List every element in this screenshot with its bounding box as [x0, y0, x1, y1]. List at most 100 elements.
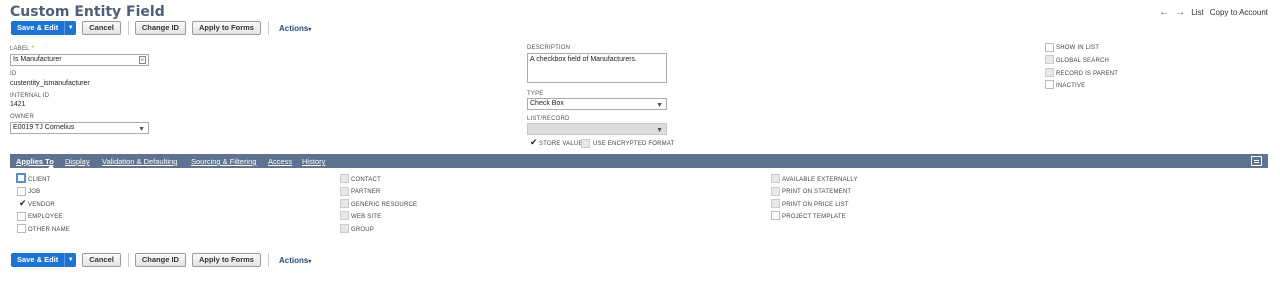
global-search-checkbox[interactable] [1045, 55, 1054, 64]
record-is-parent-checkbox[interactable] [1045, 68, 1054, 77]
label-input[interactable]: Is Manufacturer ≡ [10, 54, 149, 66]
id-value: custentity_ismanufacturer [10, 80, 90, 87]
other-name-checkbox[interactable] [17, 224, 26, 233]
client-label: CLIENT [28, 177, 51, 183]
actions-label[interactable]: Actions [279, 24, 308, 33]
checkmark-icon: ✔ [19, 198, 27, 208]
contact-label: CONTACT [351, 177, 381, 183]
active-tab-indicator [48, 165, 54, 168]
tab-history[interactable]: History [302, 157, 325, 166]
partner-label: PARTNER [351, 189, 381, 195]
group-checkbox[interactable] [340, 224, 349, 233]
internal-id-label: INTERNAL ID [10, 93, 50, 99]
toolbar-divider [127, 21, 129, 35]
change-id-button[interactable]: Change ID [134, 21, 186, 35]
save-menu-caret-icon[interactable]: ▼ [64, 253, 76, 267]
print-on-statement-checkbox[interactable] [771, 187, 780, 196]
store-value-label: STORE VALUE [539, 141, 583, 147]
toolbar-divider [267, 253, 269, 267]
required-mark: * [31, 45, 35, 52]
description-field-label: DESCRIPTION [527, 45, 571, 51]
employee-label: EMPLOYEE [28, 214, 63, 220]
record-is-parent-label: RECORD IS PARENT [1056, 71, 1119, 77]
print-on-price-list-label: PRINT ON PRICE LIST [782, 202, 849, 208]
type-select[interactable]: Check Box ▼ [527, 98, 667, 110]
partner-checkbox[interactable] [340, 187, 349, 196]
label-field-label: LABEL * [10, 45, 35, 52]
inactive-checkbox[interactable] [1045, 80, 1054, 89]
cancel-button-bottom[interactable]: Cancel [82, 253, 121, 267]
label-input-value: Is Manufacturer [13, 56, 62, 63]
store-value-checkbox[interactable]: ✔ [528, 137, 538, 148]
top-navigation: ← → List Copy to Account [1159, 7, 1268, 18]
job-checkbox[interactable] [17, 187, 26, 196]
list-link[interactable]: List [1191, 8, 1203, 17]
back-arrow-icon[interactable]: ← [1159, 7, 1169, 18]
project-template-label: PROJECT TEMPLATE [782, 214, 846, 220]
cancel-button[interactable]: Cancel [82, 21, 121, 35]
subtab-bar: Applies To Display Validation & Defaulti… [10, 154, 1268, 168]
generic-resource-checkbox[interactable] [340, 199, 349, 208]
save-edit-button[interactable]: Save & Edit ▼ [11, 21, 77, 35]
top-button-bar: Save & Edit ▼ Cancel Change ID Apply to … [11, 21, 311, 35]
page-title: Custom Entity Field [10, 4, 165, 20]
id-field-label: ID [10, 71, 17, 77]
toolbar-divider [127, 253, 129, 267]
web-site-checkbox[interactable] [340, 211, 349, 220]
apply-to-forms-button-bottom[interactable]: Apply to Forms [191, 253, 261, 267]
chevron-down-icon: ▼ [656, 102, 663, 109]
apply-to-forms-button[interactable]: Apply to Forms [191, 21, 261, 35]
print-on-price-list-checkbox[interactable] [771, 199, 780, 208]
actions-caret-icon: ▾ [308, 26, 312, 33]
use-encrypted-format-checkbox[interactable] [581, 139, 590, 148]
employee-checkbox[interactable] [17, 212, 26, 221]
type-field-label: TYPE [527, 91, 544, 97]
vendor-label: VENDOR [28, 202, 55, 208]
contact-checkbox[interactable] [340, 174, 349, 183]
tab-display[interactable]: Display [65, 157, 90, 166]
internal-id-value: 1421 [10, 101, 26, 108]
use-encrypted-format-label: USE ENCRYPTED FORMAT [593, 141, 675, 147]
vendor-checkbox[interactable]: ✔ [17, 198, 27, 209]
save-edit-label[interactable]: Save & Edit [11, 253, 64, 267]
group-label: GROUP [351, 227, 375, 233]
save-menu-caret-icon[interactable]: ▼ [64, 21, 76, 35]
actions-label[interactable]: Actions [279, 256, 308, 265]
type-select-value: Check Box [530, 100, 564, 107]
show-in-list-checkbox[interactable] [1045, 43, 1054, 52]
job-label: JOB [28, 189, 41, 195]
collapse-panel-icon[interactable] [1251, 156, 1262, 166]
tab-validation-defaulting[interactable]: Validation & Defaulting [102, 157, 177, 166]
owner-field-label: OWNER [10, 114, 34, 120]
tab-access[interactable]: Access [268, 157, 292, 166]
available-externally-label: AVAILABLE EXTERNALLY [782, 177, 858, 183]
project-template-checkbox[interactable] [771, 211, 780, 220]
chevron-down-icon: ▼ [138, 126, 145, 133]
chevron-down-icon: ▼ [656, 127, 663, 134]
other-name-label: OTHER NAME [28, 227, 71, 233]
web-site-label: WEB SITE [351, 214, 382, 220]
list-record-select: ▼ [527, 123, 667, 135]
actions-caret-icon: ▾ [308, 258, 312, 265]
tab-sourcing-filtering[interactable]: Sourcing & Filtering [191, 157, 256, 166]
description-textarea[interactable]: A checkbox field of Manufacturers. [527, 53, 667, 83]
copy-to-account-link[interactable]: Copy to Account [1210, 8, 1268, 17]
toolbar-divider [267, 21, 269, 35]
client-checkbox[interactable] [16, 173, 26, 183]
actions-menu-bottom[interactable]: Actions▾ [279, 256, 311, 265]
list-record-field-label: LIST/RECORD [527, 116, 570, 122]
bottom-button-bar: Save & Edit ▼ Cancel Change ID Apply to … [11, 253, 311, 267]
actions-menu[interactable]: Actions▾ [279, 24, 311, 33]
field-help-icon[interactable]: ≡ [139, 56, 146, 64]
global-search-label: GLOBAL SEARCH [1056, 58, 1110, 64]
generic-resource-label: GENERIC RESOURCE [351, 202, 418, 208]
save-edit-label[interactable]: Save & Edit [11, 21, 64, 35]
owner-select-value: E0019 TJ Cornelius [13, 124, 75, 131]
available-externally-checkbox[interactable] [771, 174, 780, 183]
save-edit-button-bottom[interactable]: Save & Edit ▼ [11, 253, 77, 267]
inactive-label: INACTIVE [1056, 83, 1086, 89]
change-id-button-bottom[interactable]: Change ID [134, 253, 186, 267]
owner-select[interactable]: E0019 TJ Cornelius ▼ [10, 122, 149, 134]
forward-arrow-icon[interactable]: → [1175, 7, 1185, 18]
checkmark-icon: ✔ [530, 137, 538, 147]
